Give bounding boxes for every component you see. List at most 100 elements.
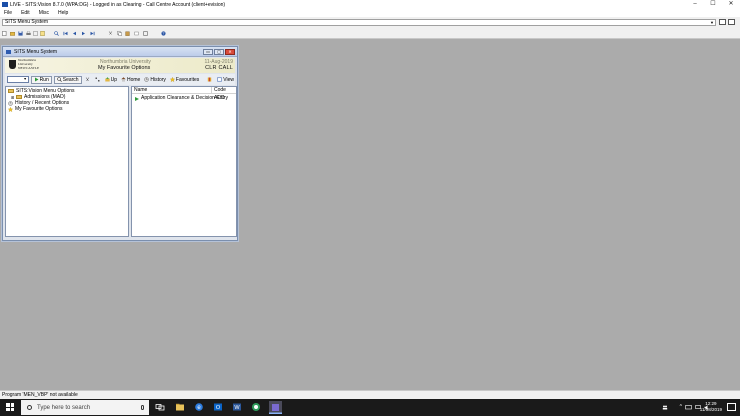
star-icon (169, 77, 175, 82)
view-button[interactable]: View (216, 76, 235, 84)
print-icon[interactable] (26, 31, 31, 36)
status-text: Program 'MEN_VBP' not available (2, 392, 78, 398)
scissors-button[interactable] (84, 76, 92, 84)
address-tools (719, 19, 735, 25)
menu-file[interactable]: File (4, 10, 12, 16)
find-icon[interactable] (54, 31, 59, 36)
clear-icon[interactable] (134, 31, 139, 36)
taskbar-search-placeholder: Type here to search (37, 404, 91, 411)
help-icon[interactable]: ? (161, 31, 166, 36)
sits-window-icon (6, 50, 11, 54)
status-bar: Program 'MEN_VBP' not available (0, 390, 740, 399)
main-toolbar: ? (0, 28, 740, 39)
menu-system-combo-value: SITS Menu System (5, 19, 49, 25)
sits-vision-taskbar-icon[interactable] (269, 401, 282, 414)
new-document-icon[interactable] (2, 31, 7, 36)
menu-help[interactable]: Help (58, 10, 68, 16)
home-icon (121, 77, 126, 82)
maximize-button[interactable]: ☐ (704, 0, 722, 9)
microphone-icon[interactable] (141, 405, 144, 410)
app-icon (2, 2, 8, 7)
svg-text:O: O (216, 405, 221, 411)
paste-icon[interactable] (125, 31, 130, 36)
folder-icon (16, 95, 22, 99)
clock-date: 11/08/2019 (699, 407, 722, 412)
run-button[interactable]: Run (30, 75, 52, 84)
search-icon (56, 77, 62, 82)
column-header-code[interactable]: Code (212, 87, 226, 93)
search-icon (27, 405, 32, 410)
favourites-button[interactable]: Favourites (169, 76, 200, 84)
previous-record-icon[interactable] (72, 31, 77, 36)
menu-bar: File Edit Misc Help (0, 9, 740, 17)
copy-icon[interactable] (117, 31, 122, 36)
task-view-icon[interactable] (155, 402, 165, 412)
chevron-up-icon[interactable]: ^ (680, 404, 682, 410)
menu-system-combo[interactable]: SITS Menu System ▼ (2, 19, 716, 26)
taskbar-clock[interactable]: 12:29 11/08/2019 (700, 401, 722, 413)
svg-text:W: W (234, 405, 240, 411)
home-button[interactable]: Home (120, 76, 141, 84)
display-icon[interactable] (685, 405, 692, 410)
address-bar: SITS Menu System ▼ (0, 17, 740, 28)
first-record-icon[interactable] (63, 31, 68, 36)
sits-window-controls: ▭ ▢ ✕ (203, 49, 235, 55)
sits-menu-window: SITS Menu System ▭ ▢ ✕ Northumbria Unive… (2, 46, 238, 241)
people-icon[interactable] (662, 405, 668, 410)
word-icon[interactable]: W (232, 402, 242, 412)
report-icon[interactable] (40, 31, 45, 36)
minimize-button[interactable]: – (686, 0, 704, 9)
windows-start-icon[interactable] (6, 403, 14, 411)
taskbar-search-box[interactable]: Type here to search (21, 400, 149, 415)
menu-edit[interactable]: Edit (21, 10, 30, 16)
menu-misc[interactable]: Misc (39, 10, 49, 16)
file-explorer-icon[interactable] (175, 402, 185, 412)
edge-browser-icon[interactable]: e (194, 402, 204, 412)
app-title: LIVE - SITS:Vision 8.7.0 (WPA:DG) - Logg… (10, 1, 226, 8)
up-button[interactable]: Up (104, 76, 118, 84)
next-record-icon[interactable] (81, 31, 86, 36)
layout-icon[interactable] (719, 19, 726, 25)
university-crest-icon (9, 60, 16, 69)
sits-close-button[interactable]: ✕ (225, 49, 235, 55)
preview-icon[interactable] (33, 31, 38, 36)
chevron-down-icon[interactable]: ▼ (709, 20, 715, 25)
sits-minimize-button[interactable]: ▭ (203, 49, 213, 55)
app-title-bar: LIVE - SITS:Vision 8.7.0 (WPA:DG) - Logg… (0, 0, 740, 9)
tree-toggle-button[interactable] (94, 76, 102, 84)
sits-restore-button[interactable]: ▢ (214, 49, 224, 55)
notifications-icon[interactable] (727, 403, 736, 411)
list-item-code: ACD (214, 95, 225, 101)
bookmark-button[interactable] (206, 76, 214, 84)
section-title: My Favourite Options (98, 65, 151, 71)
list-item[interactable]: Application Clearance & Decision Entry A… (132, 95, 236, 102)
tree-icon (95, 77, 100, 82)
university-logo-text: Northumbria University NEWCASTLE (18, 58, 40, 70)
bookmark-icon (208, 77, 212, 82)
outlook-icon[interactable]: O (213, 402, 223, 412)
chevron-down-icon[interactable]: ▼ (23, 77, 28, 82)
tree-item-favourites[interactable]: My Favourite Options (6, 106, 128, 112)
close-button[interactable]: ✕ (722, 0, 740, 9)
list-header: Name Code (132, 87, 236, 94)
save-icon[interactable] (18, 31, 23, 36)
sits-banner: Northumbria University NEWCASTLE Northum… (5, 58, 235, 73)
expand-icon[interactable]: ⊞ (11, 95, 15, 100)
folder-open-icon (8, 89, 14, 93)
star-icon (8, 106, 13, 112)
teams-app-icon[interactable] (251, 402, 261, 412)
last-record-icon[interactable] (90, 31, 95, 36)
run-icon (34, 77, 39, 82)
search-button[interactable]: Search (53, 75, 82, 84)
menu-tree: SITS:Vision Menu Options ⊞ Admissions (M… (5, 86, 129, 237)
column-header-name[interactable]: Name (132, 87, 212, 93)
open-folder-icon[interactable] (10, 31, 15, 36)
cut-icon[interactable] (108, 31, 113, 36)
option-combo[interactable]: ▼ (7, 76, 29, 83)
run-arrow-icon (135, 96, 139, 101)
history-icon (144, 77, 150, 82)
window-controls: – ☐ ✕ (686, 0, 740, 9)
fit-screen-icon[interactable] (143, 31, 148, 36)
history-button[interactable]: History (143, 76, 167, 84)
monitor-icon[interactable] (728, 19, 735, 25)
